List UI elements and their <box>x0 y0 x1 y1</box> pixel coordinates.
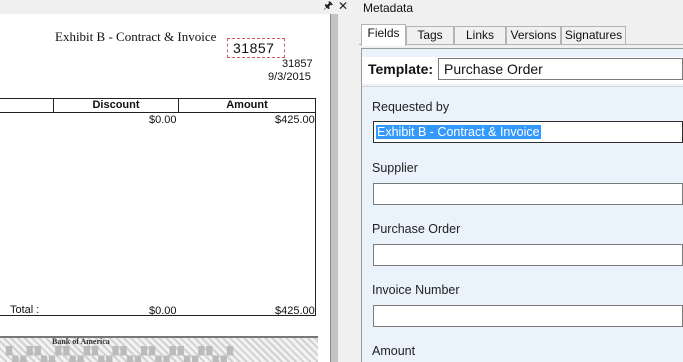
invoice-number-annotated: 31857 <box>233 40 275 56</box>
invoice-date: 9/3/2015 <box>268 71 311 83</box>
pin-icon[interactable]: 🖈 <box>323 0 333 12</box>
total-amount: $425.00 <box>275 305 315 317</box>
field-label-amount: Amount <box>372 344 416 358</box>
purchase-order-input[interactable] <box>373 244 683 266</box>
table-border-right <box>315 98 316 316</box>
template-divider <box>362 86 683 87</box>
tab-signatures[interactable]: Signatures <box>561 26 626 45</box>
field-label-requested-by: Requested by <box>372 100 450 114</box>
check-security-pattern: ▚▞▚▞▚▞▚▞▚▞▚▞▚▞▚▞ <box>6 346 235 362</box>
table-header-divider <box>0 112 316 113</box>
invoice-number: 31857 <box>282 58 313 70</box>
table-header-discount: Discount <box>92 99 140 111</box>
tab-fields[interactable]: Fields <box>361 24 406 46</box>
viewer-scrollbar[interactable] <box>331 14 338 362</box>
table-cell-discount: $0.00 <box>149 114 177 126</box>
document-viewer[interactable]: 🖈 Exhibit B - Contract & Invoice 31857 3… <box>0 0 338 362</box>
check-bank-name: Bank of America <box>52 337 110 346</box>
table-header-amount: Amount <box>226 99 268 111</box>
tab-strip: Fields Tags Links Versions Signatures <box>359 24 683 46</box>
requested-by-input[interactable]: Exhibit B - Contract & Invoice <box>373 121 683 143</box>
total-discount: $0.00 <box>149 305 177 317</box>
table-cell-amount: $425.00 <box>275 114 315 126</box>
total-label: Total : <box>10 304 40 316</box>
tab-tags[interactable]: Tags <box>406 26 454 45</box>
field-label-invoice-number: Invoice Number <box>372 283 460 297</box>
tab-versions[interactable]: Versions <box>506 26 561 45</box>
selected-text: Exhibit B - Contract & Invoice <box>376 125 541 139</box>
field-label-supplier: Supplier <box>372 161 418 175</box>
metadata-panel: Metadata Fields Tags Links Versions Sign… <box>356 0 683 362</box>
tab-baseline <box>359 44 683 45</box>
panel-title: Metadata <box>363 1 414 15</box>
template-label: Template: <box>368 61 434 77</box>
supplier-input[interactable] <box>373 183 683 205</box>
template-dropdown[interactable]: Purchase Order <box>438 58 683 80</box>
field-label-purchase-order: Purchase Order <box>372 222 461 236</box>
tab-links[interactable]: Links <box>454 26 506 45</box>
viewer-header <box>0 0 338 14</box>
close-icon[interactable]: ✕ <box>338 0 348 13</box>
invoice-number-input[interactable] <box>373 305 683 327</box>
document-title: Exhibit B - Contract & Invoice <box>55 29 217 44</box>
